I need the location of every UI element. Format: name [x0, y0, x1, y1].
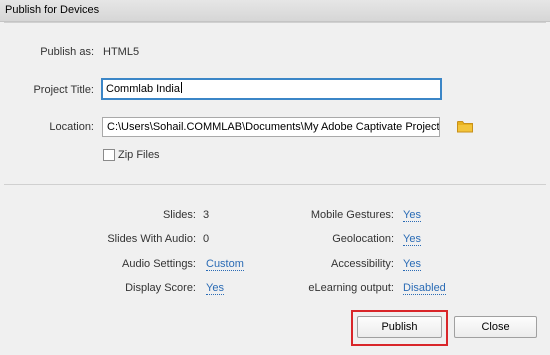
close-button[interactable]: Close [454, 316, 537, 338]
audio-settings-link[interactable]: Custom [206, 258, 244, 271]
display-score-label: Display Score: [125, 282, 196, 294]
slides-label: Slides: [162, 209, 196, 221]
geolocation-label: Geolocation: [332, 233, 394, 245]
publish-as-value: HTML5 [103, 46, 140, 58]
accessibility-label: Accessibility: [331, 258, 394, 270]
project-title-label: Project Title: [33, 84, 94, 96]
slides-with-audio-label: Slides With Audio: [107, 233, 196, 245]
window-title: Publish for Devices [5, 4, 100, 16]
text-cursor [180, 82, 182, 93]
top-divider [4, 22, 546, 23]
location-value: C:\Users\Sohail.COMMLAB\Documents\My Ado… [107, 121, 440, 133]
mobile-gestures-label: Mobile Gestures: [310, 209, 394, 221]
display-score-link[interactable]: Yes [206, 282, 224, 295]
title-bar[interactable]: Publish for Devices [0, 0, 550, 22]
mobile-gestures-link[interactable]: Yes [403, 209, 421, 222]
slides-value: 3 [203, 209, 210, 221]
publish-button[interactable]: Publish [357, 316, 442, 338]
project-title-value: Commlab India [106, 83, 180, 95]
elearning-output-label: eLearning output: [308, 282, 394, 294]
publish-as-label: Publish as: [40, 46, 94, 58]
zip-files-label: Zip Files [118, 149, 160, 161]
elearning-output-link[interactable]: Disabled [403, 282, 446, 295]
middle-divider [4, 184, 546, 185]
location-input[interactable]: C:\Users\Sohail.COMMLAB\Documents\My Ado… [102, 117, 440, 137]
project-title-input[interactable]: Commlab India [101, 78, 442, 100]
zip-files-checkbox[interactable] [103, 149, 115, 161]
accessibility-link[interactable]: Yes [403, 258, 421, 271]
slides-with-audio-value: 0 [203, 233, 210, 245]
folder-icon[interactable] [457, 120, 473, 133]
geolocation-link[interactable]: Yes [403, 233, 421, 246]
audio-settings-label: Audio Settings: [122, 258, 196, 270]
location-label: Location: [49, 121, 94, 133]
